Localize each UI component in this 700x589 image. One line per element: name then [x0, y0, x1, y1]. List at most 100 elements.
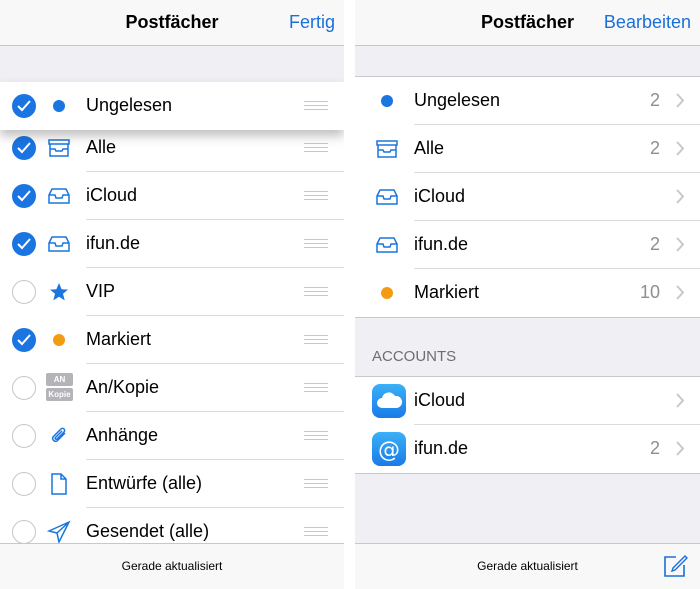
inbox-icon [47, 184, 71, 208]
mailbox-list: Alle iCloud ifun.de VIP Markiert AN Kopi… [0, 124, 344, 556]
mailbox-label: Anhänge [86, 425, 159, 445]
inbox-tray-icon [375, 137, 399, 161]
chevron-right-icon [676, 285, 685, 300]
unread-count: 2 [649, 138, 660, 158]
chevron-right-icon [676, 393, 685, 408]
reorder-handle-icon[interactable] [304, 383, 328, 393]
list-item[interactable]: iCloud [0, 172, 344, 220]
accounts-list: iCloud @ ifun.de 2 [355, 376, 700, 474]
list-item[interactable]: Alle [0, 124, 344, 172]
list-item[interactable]: Markiert [0, 316, 344, 364]
inbox-icon [375, 233, 399, 257]
bottom-toolbar: Gerade aktualisiert [355, 543, 700, 589]
list-item[interactable]: Entwürfe (alle) [0, 460, 344, 508]
chevron-right-icon [676, 141, 685, 156]
list-item[interactable]: VIP [0, 268, 344, 316]
navigation-bar: Postfächer Bearbeiten [355, 0, 700, 46]
reorder-handle-icon[interactable] [304, 239, 328, 249]
document-icon [47, 472, 71, 496]
unread-dot-icon [375, 89, 399, 113]
cc-badge: Kopie [46, 388, 73, 401]
reorder-handle-icon[interactable] [304, 431, 328, 441]
mailbox-label: Ungelesen [414, 90, 501, 110]
unread-count: 2 [649, 234, 660, 254]
panel-divider [344, 0, 355, 589]
reorder-handle-icon[interactable] [304, 287, 328, 297]
chevron-right-icon [676, 189, 685, 204]
list-item[interactable]: AN Kopie An/Kopie [0, 364, 344, 412]
mailbox-label: Ungelesen [86, 95, 173, 115]
paperclip-icon [47, 424, 71, 448]
unchecked-circle-icon[interactable] [12, 520, 36, 544]
checkmark-icon[interactable] [12, 184, 36, 208]
inbox-tray-icon [47, 136, 71, 160]
mailbox-label: An/Kopie [86, 377, 160, 397]
status-text: Gerade aktualisiert [477, 559, 578, 573]
unread-count: 10 [639, 282, 660, 302]
reorder-handle-icon[interactable] [304, 335, 328, 345]
mailbox-label: ifun.de [86, 233, 141, 253]
unchecked-circle-icon[interactable] [12, 472, 36, 496]
chevron-right-icon [676, 93, 685, 108]
reorder-handle-icon[interactable] [304, 527, 328, 537]
mailbox-label: iCloud [86, 185, 138, 205]
list-item[interactable]: Markiert 10 [355, 269, 700, 317]
mailbox-label: VIP [86, 281, 116, 301]
svg-text:@: @ [378, 438, 400, 463]
account-item-ifun[interactable]: @ ifun.de 2 [355, 425, 700, 473]
flag-dot-icon [47, 328, 71, 352]
unread-count: 2 [649, 438, 660, 458]
list-item[interactable]: Alle 2 [355, 125, 700, 173]
checkmark-icon[interactable] [12, 232, 36, 256]
mailboxes-panel: Postfächer Bearbeiten Ungelesen 2 Alle 2… [355, 0, 700, 589]
to-cc-icon: AN Kopie [46, 373, 73, 404]
mailbox-label: Alle [86, 137, 117, 157]
mailbox-label: Entwürfe (alle) [86, 473, 203, 493]
mailbox-label: Markiert [86, 329, 152, 349]
list-item[interactable]: Ungelesen 2 [355, 77, 700, 125]
mailbox-label: iCloud [414, 186, 466, 206]
chevron-right-icon [676, 237, 685, 252]
unchecked-circle-icon[interactable] [12, 424, 36, 448]
checkmark-icon[interactable] [12, 136, 36, 160]
paper-plane-icon [46, 520, 71, 545]
checkmark-icon[interactable] [12, 94, 36, 118]
icloud-icon [372, 384, 406, 418]
list-item[interactable]: ifun.de 2 [355, 221, 700, 269]
navigation-bar: Postfächer Fertig [0, 0, 344, 46]
reorder-handle-icon[interactable] [304, 191, 328, 201]
unchecked-circle-icon[interactable] [12, 280, 36, 304]
done-button[interactable]: Fertig [289, 12, 335, 33]
star-icon [47, 280, 71, 304]
bottom-toolbar: Gerade aktualisiert [0, 543, 344, 589]
unchecked-circle-icon[interactable] [12, 376, 36, 400]
account-label: iCloud [414, 390, 466, 410]
account-item-icloud[interactable]: iCloud [355, 377, 700, 425]
inbox-icon [375, 185, 399, 209]
mailbox-label: Gesendet (alle) [86, 521, 210, 541]
mailbox-label: ifun.de [414, 234, 469, 254]
flag-dot-icon [375, 281, 399, 305]
accounts-section-header: ACCOUNTS [372, 348, 457, 365]
list-item[interactable]: ifun.de [0, 220, 344, 268]
compose-icon[interactable] [662, 553, 688, 579]
inbox-icon [47, 232, 71, 256]
account-label: ifun.de [414, 438, 469, 458]
to-badge: AN [46, 373, 73, 386]
unread-count: 2 [649, 90, 660, 110]
reorder-handle-icon[interactable] [304, 143, 328, 153]
reorder-handle-icon[interactable] [304, 479, 328, 489]
list-item[interactable]: iCloud [355, 173, 700, 221]
reorder-handle-icon[interactable] [304, 101, 328, 111]
checkmark-icon[interactable] [12, 328, 36, 352]
status-text: Gerade aktualisiert [121, 559, 223, 573]
mailbox-label: Alle [414, 138, 445, 158]
mailbox-label: Markiert [414, 282, 480, 302]
unread-dot-icon [47, 94, 71, 118]
list-item[interactable]: Anhänge [0, 412, 344, 460]
edit-button[interactable]: Bearbeiten [604, 12, 691, 33]
mailboxes-edit-panel: Postfächer Fertig Ungelesen Alle iCloud … [0, 0, 344, 589]
chevron-right-icon [676, 441, 685, 456]
dragging-row-unread[interactable]: Ungelesen [0, 82, 344, 130]
at-sign-icon: @ [372, 432, 406, 466]
